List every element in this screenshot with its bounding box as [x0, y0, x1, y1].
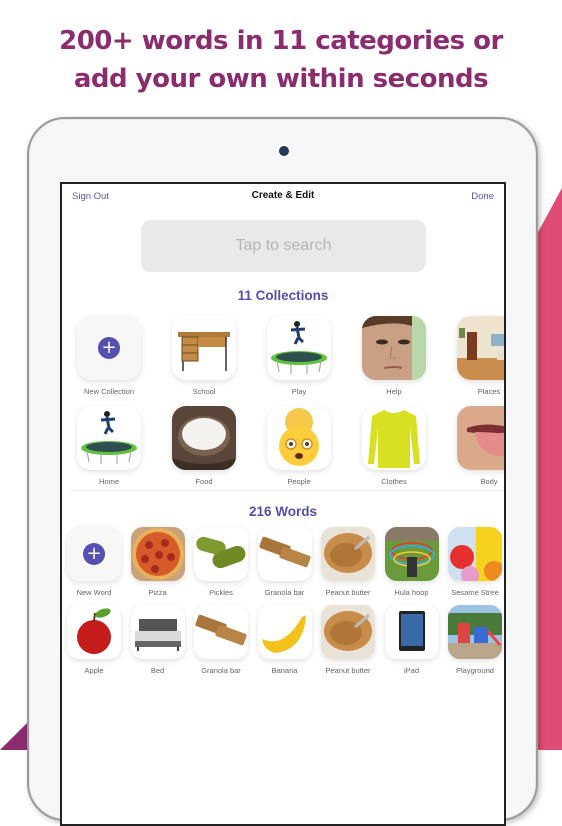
bed-image — [130, 605, 185, 659]
word-thumb: + — [67, 527, 121, 581]
search-placeholder: Tap to search — [235, 237, 332, 254]
sweater-image — [362, 406, 426, 470]
word-tile-new[interactable]: + New Word — [67, 527, 121, 597]
collection-label: School — [192, 387, 216, 396]
pickles-image — [194, 527, 248, 581]
words-row-1: + New Word Pizza Pickles Granola bar Pea… — [67, 527, 504, 597]
word-tile-pickles[interactable]: Pickles — [194, 527, 248, 597]
collection-tile-play[interactable]: Play — [267, 316, 331, 396]
collection-tile-food[interactable]: Food — [172, 406, 236, 486]
headline-line-2: add your own within seconds — [73, 64, 489, 94]
word-label: Apple — [84, 666, 104, 675]
word-tile-apple[interactable]: Apple — [67, 605, 121, 675]
word-label: Pickles — [209, 588, 233, 597]
collection-tile-clothes[interactable]: Clothes — [362, 406, 426, 486]
face-image — [362, 316, 426, 380]
words-row-2: Apple Bed Granola bar Banana Peanut butt… — [67, 605, 504, 675]
hula-hoop-image — [384, 527, 439, 581]
done-button[interactable]: Done — [471, 191, 494, 202]
plus-icon: + — [98, 337, 120, 359]
word-tile-bed[interactable]: Bed — [130, 605, 185, 675]
peanut-butter-image — [321, 527, 375, 581]
granola-image — [257, 527, 312, 581]
section-divider — [70, 490, 504, 491]
word-tile-granola-bar[interactable]: Granola bar — [257, 527, 312, 597]
word-label: New Word — [76, 588, 112, 597]
pizza-image — [130, 527, 185, 581]
ipad-image — [384, 605, 439, 659]
grandma-emoji — [267, 406, 331, 470]
collection-tile-places[interactable]: Places — [457, 316, 504, 396]
word-tile-peanut-butter[interactable]: Peanut butter — [321, 527, 375, 597]
banana-image — [257, 605, 312, 659]
trampoline-image — [267, 316, 331, 380]
rice-image — [172, 406, 236, 470]
collection-thumb: + — [77, 316, 141, 380]
room-image — [457, 316, 504, 380]
page-title: Create & Edit — [251, 190, 315, 201]
collection-label: Food — [195, 477, 213, 486]
word-label: Hula hoop — [394, 588, 429, 597]
word-label: Granola bar — [264, 588, 305, 597]
word-tile-ipad[interactable]: iPad — [384, 605, 439, 675]
word-tile-peanut-butter-2[interactable]: Peanut butter — [321, 605, 375, 675]
promo-headline: 200+ words in 11 categories or add your … — [0, 22, 562, 98]
word-label: iPad — [403, 666, 419, 675]
word-label: Banana — [271, 666, 298, 675]
collections-title: 11 Collections — [237, 288, 329, 303]
plus-icon: + — [83, 543, 105, 565]
word-label: Playground — [456, 666, 494, 675]
word-label: Peanut butter — [325, 666, 371, 675]
granola-image — [194, 605, 248, 659]
collection-tile-school[interactable]: School — [172, 316, 236, 396]
app-screen: Sign Out Create & Edit Done Tap to searc… — [60, 182, 506, 826]
word-tile-granola-bar-2[interactable]: Granola bar — [194, 605, 248, 675]
word-label: Pizza — [148, 588, 167, 597]
word-tile-hula-hoop[interactable]: Hula hoop — [384, 527, 439, 597]
collection-tile-new[interactable]: + New Collection — [77, 316, 141, 396]
nav-bar: Sign Out Create & Edit Done — [62, 184, 504, 212]
trampoline-image — [77, 406, 141, 470]
words-title: 216 Words — [248, 504, 318, 519]
search-input[interactable]: Tap to search — [141, 220, 426, 272]
peanut-butter-image — [321, 605, 375, 659]
collection-label: Home — [98, 477, 119, 486]
collections-row-1: + New Collection School Play Help Places — [77, 316, 504, 396]
collection-label: Play — [291, 387, 307, 396]
word-label: Bed — [150, 666, 165, 675]
word-label: Granola bar — [201, 666, 241, 675]
word-tile-sesame-street[interactable]: Sesame Stree — [448, 527, 502, 597]
camera-icon — [280, 147, 288, 155]
collection-tile-home[interactable]: Home — [77, 406, 141, 486]
desk-image — [172, 316, 236, 380]
word-tile-playground[interactable]: Playground — [448, 605, 502, 675]
word-label: Peanut butter — [325, 588, 371, 597]
word-label: Sesame Stree — [451, 588, 499, 597]
tablet-frame: Sign Out Create & Edit Done Tap to searc… — [27, 117, 538, 826]
collection-tile-body[interactable]: Body — [457, 406, 504, 486]
playground-image — [448, 605, 502, 659]
tongue-image — [457, 406, 504, 470]
word-tile-pizza[interactable]: Pizza — [130, 527, 185, 597]
word-tile-banana[interactable]: Banana — [257, 605, 312, 675]
collection-tile-help[interactable]: Help — [362, 316, 426, 396]
apple-image — [67, 605, 121, 659]
collection-label: New Collection — [83, 387, 135, 396]
collection-label: Body — [480, 477, 498, 486]
collections-row-2: Home Food People Clothes Body — [77, 406, 504, 486]
collection-tile-people[interactable]: People — [267, 406, 331, 486]
collection-label: Places — [477, 387, 501, 396]
collection-label: Help — [386, 387, 402, 396]
headline-line-1: 200+ words in 11 categories or — [59, 26, 503, 56]
collection-label: Clothes — [381, 477, 407, 486]
sesame-street-image — [448, 527, 502, 581]
collection-label: People — [287, 477, 311, 486]
